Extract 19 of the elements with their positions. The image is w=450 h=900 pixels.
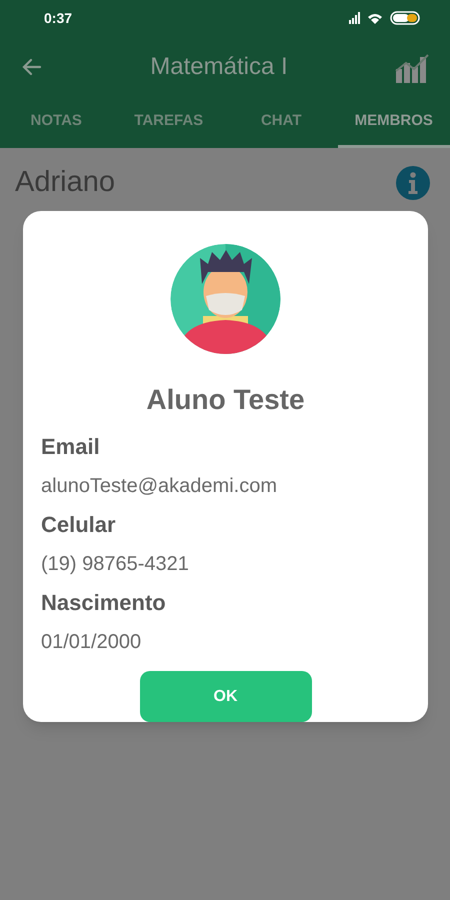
- field-label: Email: [41, 433, 101, 461]
- field-value: alunoTeste@akademi.com: [41, 474, 278, 499]
- info-icon[interactable]: [396, 166, 430, 200]
- app-title: Matemática I: [149, 52, 289, 82]
- status-time: 0:37: [44, 8, 72, 28]
- field-label: Celular: [41, 511, 117, 539]
- tab[interactable]: CHAT: [225, 98, 338, 148]
- ok-button[interactable]: OK: [140, 671, 312, 722]
- field-value: (19) 98765-4321: [41, 552, 190, 577]
- tab[interactable]: MEMBROS: [338, 98, 450, 148]
- field-value: 01/01/2000: [41, 630, 142, 655]
- battery-icon: [390, 11, 420, 25]
- wifi-icon: [368, 12, 382, 24]
- tab[interactable]: NOTAS: [0, 98, 112, 148]
- tab[interactable]: TAREFAS: [112, 98, 225, 148]
- member-full-name: Aluno Teste: [146, 383, 305, 417]
- member-name[interactable]: Adriano: [15, 161, 115, 205]
- signal-icon: [349, 12, 360, 24]
- field-label: Nascimento: [41, 589, 167, 617]
